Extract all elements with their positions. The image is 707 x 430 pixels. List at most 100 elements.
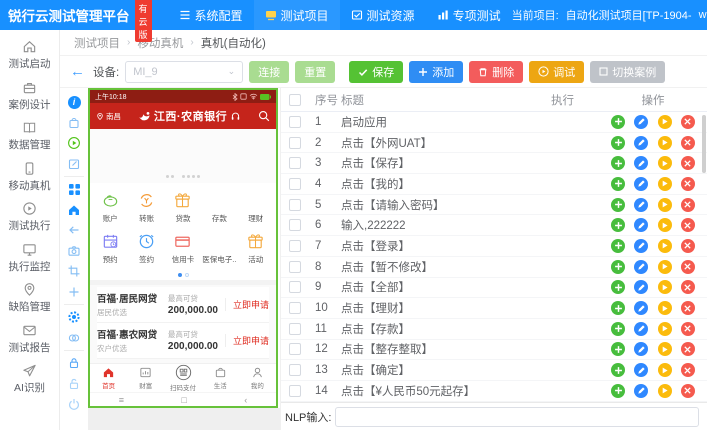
- sidebar-item-test-start[interactable]: 测试启动: [9, 39, 51, 71]
- app-appointment[interactable]: 预约: [92, 229, 128, 270]
- add-step-icon[interactable]: [611, 384, 625, 398]
- row-checkbox[interactable]: [289, 157, 301, 169]
- add-step-icon[interactable]: [611, 198, 625, 212]
- edit-step-icon[interactable]: [634, 218, 648, 232]
- run-step-icon[interactable]: [658, 280, 672, 294]
- select-all-checkbox[interactable]: [289, 94, 301, 106]
- sidebar-item-data-management[interactable]: 数据管理: [9, 120, 51, 152]
- sidebar-item-test-report[interactable]: 测试报告: [9, 323, 51, 355]
- android-home-icon[interactable]: □: [181, 395, 186, 405]
- add-step-icon[interactable]: [611, 280, 625, 294]
- edit-step-icon[interactable]: [634, 136, 648, 150]
- nlp-input[interactable]: [335, 407, 699, 427]
- add-step-icon[interactable]: [611, 218, 625, 232]
- sidebar-item-execution-monitor[interactable]: 执行监控: [9, 242, 51, 274]
- edit-step-icon[interactable]: [634, 301, 648, 315]
- row-checkbox[interactable]: [289, 343, 301, 355]
- delete-step-icon[interactable]: [681, 156, 695, 170]
- edit-step-icon[interactable]: [634, 115, 648, 129]
- sidebar-item-case-design[interactable]: 案例设计: [9, 80, 51, 112]
- delete-step-icon[interactable]: [681, 280, 695, 294]
- info-icon[interactable]: i: [60, 92, 88, 113]
- power-icon[interactable]: [60, 394, 88, 415]
- reset-button[interactable]: 重置: [295, 61, 335, 83]
- add-step-icon[interactable]: [611, 177, 625, 191]
- city-selector[interactable]: 南昌: [96, 111, 121, 122]
- lock-icon[interactable]: [60, 353, 88, 374]
- gear-icon[interactable]: [60, 307, 88, 328]
- row-checkbox[interactable]: [289, 219, 301, 231]
- delete-step-icon[interactable]: [681, 301, 695, 315]
- run-step-icon[interactable]: [658, 177, 672, 191]
- delete-step-icon[interactable]: [681, 322, 695, 336]
- link-circles-icon[interactable]: [60, 328, 88, 349]
- sidebar-item-mobile-device[interactable]: 移动真机: [9, 161, 51, 193]
- tab-mine[interactable]: 我的: [239, 366, 276, 390]
- android-menu-icon[interactable]: ≡: [119, 395, 124, 405]
- breadcrumb-test-project[interactable]: 测试项目: [74, 35, 120, 51]
- app-medical-insurance[interactable]: 医保电子..: [201, 229, 237, 270]
- edit-step-icon[interactable]: [634, 363, 648, 377]
- edit-step-icon[interactable]: [634, 342, 648, 356]
- run-step-icon[interactable]: [658, 218, 672, 232]
- app-wealth[interactable]: 理财: [238, 188, 274, 229]
- row-checkbox[interactable]: [289, 116, 301, 128]
- app-credit-card[interactable]: 信用卡: [165, 229, 201, 270]
- delete-step-icon[interactable]: [681, 363, 695, 377]
- run-step-icon[interactable]: [658, 198, 672, 212]
- run-step-icon[interactable]: [658, 136, 672, 150]
- delete-step-icon[interactable]: [681, 115, 695, 129]
- add-button[interactable]: 添加: [409, 61, 463, 83]
- add-step-icon[interactable]: [611, 363, 625, 377]
- switch-case-button[interactable]: 切换案例: [590, 61, 665, 83]
- current-project-value[interactable]: 自动化测试项目[TP-1904-: [566, 7, 692, 23]
- edit-step-icon[interactable]: [634, 198, 648, 212]
- edit-step-icon[interactable]: [634, 156, 648, 170]
- nav-item-test-resource[interactable]: 测试资源: [340, 0, 426, 30]
- app-transfer[interactable]: 转账: [128, 188, 164, 229]
- device-select[interactable]: MI_9 ⌄: [125, 61, 243, 83]
- row-checkbox[interactable]: [289, 199, 301, 211]
- username[interactable]: wangminx: [699, 9, 707, 21]
- tab-scan-pay[interactable]: 扫码支付: [164, 364, 201, 392]
- row-checkbox[interactable]: [289, 240, 301, 252]
- banner-carousel[interactable]: [90, 129, 276, 183]
- delete-step-icon[interactable]: [681, 384, 695, 398]
- save-button[interactable]: 保存: [349, 61, 403, 83]
- edit-step-icon[interactable]: [634, 384, 648, 398]
- run-step-icon[interactable]: [658, 156, 672, 170]
- edit-step-icon[interactable]: [634, 322, 648, 336]
- run-step-icon[interactable]: [658, 322, 672, 336]
- delete-step-icon[interactable]: [681, 177, 695, 191]
- row-checkbox[interactable]: [289, 364, 301, 376]
- scrollbar[interactable]: [702, 115, 706, 173]
- row-checkbox[interactable]: [289, 137, 301, 149]
- grid-icon[interactable]: [60, 179, 88, 200]
- add-step-icon[interactable]: [611, 156, 625, 170]
- add-step-icon[interactable]: [611, 301, 625, 315]
- back-arrow-icon[interactable]: ←: [70, 63, 85, 80]
- add-step-icon[interactable]: [611, 342, 625, 356]
- row-checkbox[interactable]: [289, 385, 301, 397]
- tab-wealth[interactable]: 财富: [127, 366, 164, 390]
- row-checkbox[interactable]: [289, 261, 301, 273]
- sidebar-item-defect-management[interactable]: 缺陷管理: [9, 282, 51, 314]
- delete-step-icon[interactable]: [681, 342, 695, 356]
- run-step-icon[interactable]: [658, 239, 672, 253]
- delete-step-icon[interactable]: [681, 198, 695, 212]
- sidebar-item-ai-recognition[interactable]: AI识别: [14, 363, 45, 395]
- app-activity[interactable]: 活动: [238, 229, 274, 270]
- connect-button[interactable]: 连接: [249, 61, 289, 83]
- edit-icon[interactable]: [60, 154, 88, 175]
- row-checkbox[interactable]: [289, 302, 301, 314]
- play-icon[interactable]: [60, 133, 88, 154]
- nav-item-system-config[interactable]: 系统配置: [168, 0, 254, 30]
- nav-item-special-test[interactable]: 专项测试: [426, 0, 512, 30]
- tab-home[interactable]: 首页: [90, 366, 127, 390]
- run-step-icon[interactable]: [658, 301, 672, 315]
- app-account[interactable]: 账户: [92, 188, 128, 229]
- row-checkbox[interactable]: [289, 323, 301, 335]
- unlock-icon[interactable]: [60, 374, 88, 395]
- add-step-icon[interactable]: [611, 136, 625, 150]
- debug-button[interactable]: 调试: [529, 61, 584, 83]
